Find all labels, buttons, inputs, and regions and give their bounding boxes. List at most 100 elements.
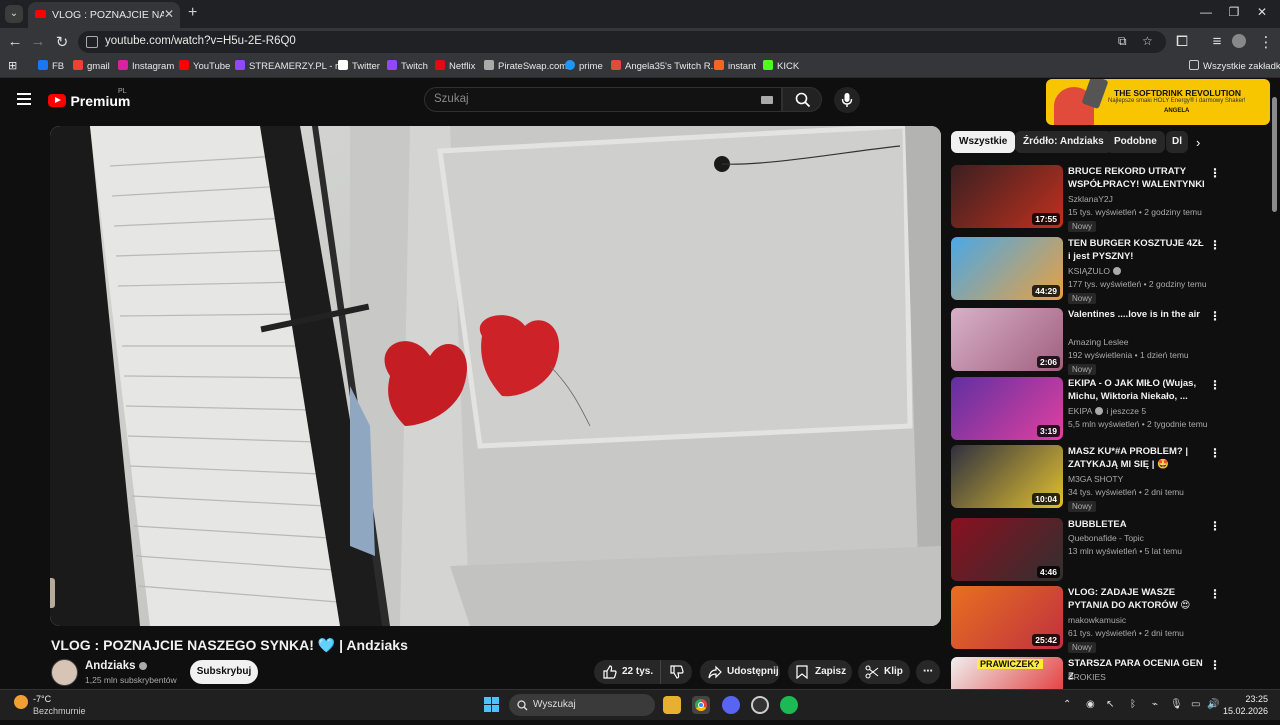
chip-next-icon[interactable]: ›	[1196, 135, 1200, 150]
more-options-icon[interactable]: ⋮	[1209, 166, 1221, 180]
more-actions-icon[interactable]: ⋯	[916, 660, 940, 684]
voice-search-button[interactable]	[834, 87, 860, 113]
chip-related[interactable]: Podobne	[1106, 131, 1165, 153]
recommendation-item[interactable]: 44:29 TEN BURGER KOSZTUJE 4ZŁ i jest PYSZ…	[951, 237, 1271, 305]
recommendation-title[interactable]: BRUCE REKORD UTRATY WSPÓŁPRACY! WALENTYN…	[1068, 165, 1206, 191]
spotify-icon[interactable]	[780, 696, 798, 714]
bookmark-twitter[interactable]: Twitter	[338, 60, 380, 72]
recommendation-channel[interactable]: makowkamusic	[1068, 615, 1126, 625]
tray-app-icon[interactable]: ◉	[1086, 699, 1095, 710]
tab-close-icon[interactable]: ✕	[164, 7, 174, 21]
forward-icon[interactable]: →	[28, 33, 48, 50]
reading-list-icon[interactable]: ≡	[1207, 33, 1227, 50]
clock-date[interactable]: 15.02.2026	[1220, 706, 1268, 716]
chip-more[interactable]: Dl	[1166, 131, 1188, 153]
profile-avatar[interactable]	[1232, 34, 1246, 48]
recommendation-title[interactable]: EKIPA - O JAK MIŁO (Wujas, Michu, Wiktor…	[1068, 377, 1206, 403]
chip-source[interactable]: Źródło: Andziaks	[1015, 131, 1112, 153]
recommendation-title[interactable]: MASZ KU*#A PROBLEM? | ZATYKAJĄ MI SIĘ | …	[1068, 445, 1206, 471]
bookmark-kick[interactable]: KICK	[763, 60, 799, 72]
dislike-button[interactable]	[660, 660, 692, 684]
clip-button[interactable]: Klip	[858, 660, 910, 684]
chip-all[interactable]: Wszystkie	[951, 131, 1016, 153]
like-button[interactable]: 22 tys.	[594, 660, 659, 684]
recommendation-title[interactable]: TEN BURGER KOSZTUJE 4ZŁ i jest PYSZNY!	[1068, 237, 1206, 263]
video-thumbnail[interactable]: 4:46	[951, 518, 1063, 581]
bookmark-prime[interactable]: prime	[565, 60, 603, 72]
tray-overflow-icon[interactable]: ⌃	[1063, 699, 1071, 710]
apps-grid-icon[interactable]: ⊞	[8, 59, 17, 72]
bookmark-instant[interactable]: instant	[714, 60, 756, 72]
url-text[interactable]: youtube.com/watch?v=H5u-2E-R6Q0	[105, 35, 296, 47]
minimize-icon[interactable]: —	[1196, 5, 1216, 19]
restore-icon[interactable]: ❐	[1224, 5, 1244, 19]
save-button[interactable]: Zapisz	[788, 660, 852, 684]
back-icon[interactable]: ←	[5, 33, 25, 50]
video-player[interactable]: x20	[50, 126, 941, 626]
tab-active[interactable]: VLOG : POZNAJCIE NASZEGO S ✕	[28, 2, 180, 28]
recommendation-item[interactable]: 3:19 EKIPA - O JAK MIŁO (Wujas, Michu, Wi…	[951, 377, 1271, 445]
new-tab-button[interactable]: +	[188, 4, 197, 22]
tab-search-button[interactable]: ⌄	[5, 5, 23, 23]
tray-cursor-icon[interactable]: ↖	[1106, 699, 1114, 710]
weather-desc[interactable]: Bezchmurnie	[33, 706, 86, 716]
bookmark-fb[interactable]: FB	[38, 60, 64, 72]
bookmark-streamerzy[interactable]: STREAMERZY.PL - r...	[235, 60, 346, 72]
weather-moon-icon[interactable]	[14, 695, 28, 709]
channel-avatar[interactable]	[51, 659, 78, 686]
share-button[interactable]: Udostępnij	[700, 660, 780, 684]
discord-icon[interactable]	[722, 696, 740, 714]
bookmark-youtube[interactable]: YouTube	[179, 60, 230, 72]
steam-icon[interactable]	[751, 696, 769, 714]
recommendation-channel[interactable]: KSIĄŻULO	[1068, 266, 1122, 276]
search-input[interactable]: Szukaj	[424, 87, 782, 112]
bookmark-pirateswap[interactable]: PirateSwap.com	[484, 60, 567, 72]
recommendation-item[interactable]: 10:04 MASZ KU*#A PROBLEM? | ZATYKAJĄ MI S…	[951, 445, 1271, 513]
taskbar-search[interactable]: Wyszukaj	[509, 694, 655, 716]
recommendation-channel[interactable]: M3GA SHOTY	[1068, 474, 1123, 484]
scrollbar-thumb[interactable]	[1272, 97, 1277, 212]
keyboard-icon[interactable]	[761, 96, 773, 104]
recommendation-title[interactable]: BUBBLETEA	[1068, 518, 1206, 531]
recommendation-channel[interactable]: EKIPA i jeszcze 5	[1068, 406, 1146, 416]
file-explorer-icon[interactable]	[663, 696, 681, 714]
more-options-icon[interactable]: ⋮	[1209, 378, 1221, 392]
channel-name[interactable]: Andziaks	[85, 660, 147, 672]
address-bar[interactable]: youtube.com/watch?v=H5u-2E-R6Q0 ⧉ ☆	[78, 31, 1166, 53]
search-button[interactable]	[782, 87, 822, 112]
more-options-icon[interactable]: ⋮	[1209, 587, 1221, 601]
bookmark-instagram[interactable]: Instagram	[118, 60, 174, 72]
bookmark-star-icon[interactable]: ☆	[1142, 34, 1153, 48]
video-thumbnail[interactable]: 2:06	[951, 308, 1063, 371]
bookmark-angela-twitch[interactable]: Angela35's Twitch R...	[611, 60, 719, 72]
tray-network-icon[interactable]: ▭	[1191, 699, 1200, 710]
bookmark-twitch[interactable]: Twitch	[387, 60, 428, 72]
video-thumbnail[interactable]: 3:19	[951, 377, 1063, 440]
video-thumbnail[interactable]: 10:04	[951, 445, 1063, 508]
more-options-icon[interactable]: ⋮	[1209, 238, 1221, 252]
all-bookmarks[interactable]: Wszystkie zakładki	[1189, 60, 1280, 72]
recommendation-channel[interactable]: Quebonafide - Topic	[1068, 533, 1144, 543]
tray-volume-icon[interactable]: 🔊	[1207, 699, 1219, 710]
recommendation-title[interactable]: VLOG: ZADAJE WASZE PYTANIA DO AKTORÓW 😍	[1068, 586, 1206, 612]
recommendation-channel[interactable]: BROKIES	[1068, 672, 1106, 682]
video-thumbnail[interactable]: 17:55	[951, 165, 1063, 228]
reload-icon[interactable]: ↻	[52, 33, 72, 51]
chrome-icon[interactable]	[692, 696, 710, 714]
more-options-icon[interactable]: ⋮	[1209, 519, 1221, 533]
tray-mic-icon[interactable]: 🎙	[1170, 699, 1183, 710]
cast-icon[interactable]: ⧉	[1118, 34, 1127, 49]
site-info-icon[interactable]	[86, 36, 98, 48]
ad-banner[interactable]: THE SOFTDRINK REVOLUTION Najlepsze smaki…	[1046, 79, 1270, 125]
clock-time[interactable]: 23:25	[1230, 694, 1268, 704]
more-options-icon[interactable]: ⋮	[1209, 446, 1221, 460]
recommendation-item[interactable]: 4:46 BUBBLETEA Quebonafide - Topic 13 mln w…	[951, 518, 1271, 586]
recommendation-title[interactable]: Valentines ....love is in the air	[1068, 308, 1206, 321]
subscribe-button[interactable]: Subskrybuj	[190, 660, 258, 684]
start-icon[interactable]	[484, 697, 500, 713]
video-thumbnail[interactable]: 25:42	[951, 586, 1063, 649]
window-close-icon[interactable]: ✕	[1252, 5, 1272, 19]
recommendation-item[interactable]: 2:06 Valentines ....love is in the air Ama…	[951, 308, 1271, 376]
bookmark-gmail[interactable]: gmail	[73, 60, 110, 72]
recommendation-item[interactable]: 25:42 VLOG: ZADAJE WASZE PYTANIA DO AKTOR…	[951, 586, 1271, 654]
